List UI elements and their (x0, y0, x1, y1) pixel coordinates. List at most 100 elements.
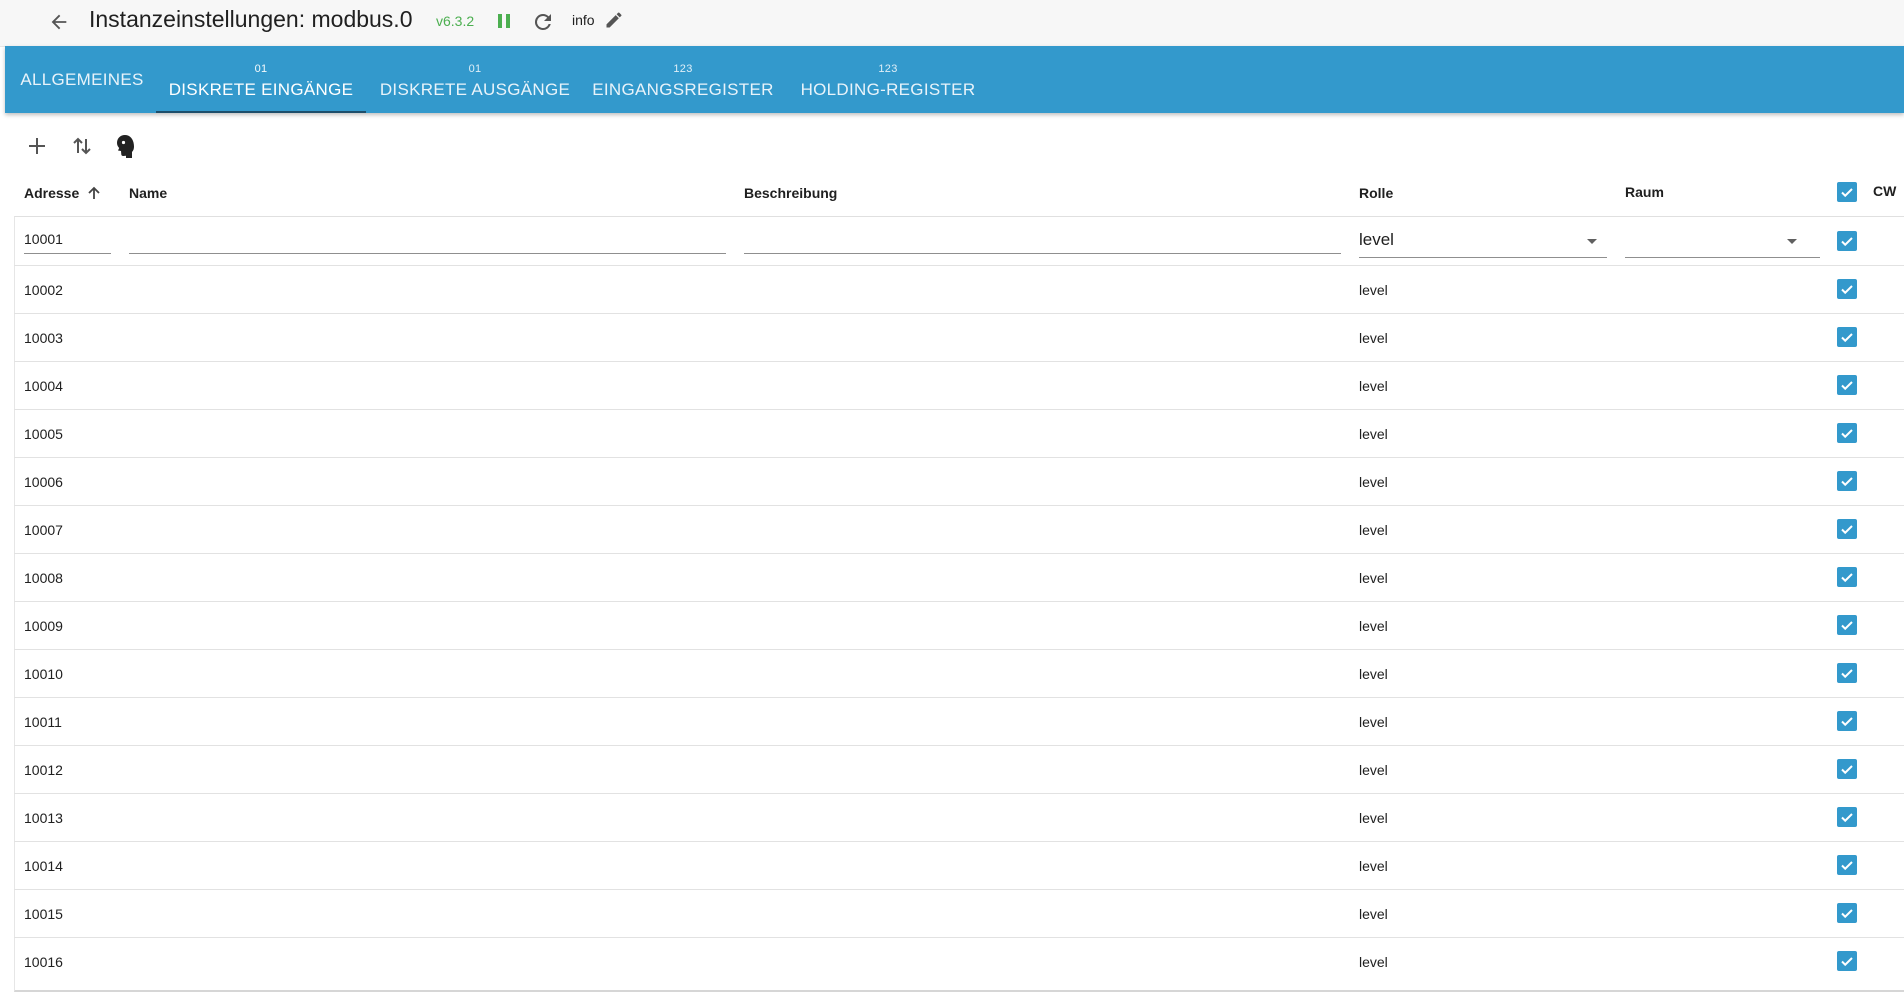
checkmark-icon (1841, 381, 1853, 391)
edit-info-button[interactable] (602, 8, 626, 32)
tab-holding-register[interactable]: 123 HOLDING-REGISTER (790, 46, 986, 113)
role-cell: level (1359, 906, 1388, 922)
table-row[interactable]: 10002 level (14, 265, 1904, 314)
cw-checkbox[interactable] (1837, 327, 1857, 347)
plus-icon (29, 138, 45, 154)
cw-checkbox[interactable] (1837, 903, 1857, 923)
cw-checkbox[interactable] (1837, 231, 1857, 251)
import-button[interactable] (109, 130, 141, 162)
cw-checkbox[interactable] (1837, 423, 1857, 443)
table-row[interactable]: 10012 level (14, 745, 1904, 794)
cw-checkbox[interactable] (1837, 855, 1857, 875)
address-cell: 10006 (24, 474, 63, 490)
cw-checkbox[interactable] (1837, 519, 1857, 539)
checkmark-icon (1841, 957, 1853, 967)
cw-checkbox[interactable] (1837, 951, 1857, 971)
address-cell: 10015 (24, 906, 63, 922)
tab-diskrete-ausgaenge[interactable]: 01 DISKRETE AUSGÄNGE (371, 46, 579, 113)
table-row[interactable]: 10004 level (14, 361, 1904, 410)
pause-icon (498, 14, 510, 28)
table-row[interactable]: 10007 level (14, 505, 1904, 554)
column-header-description[interactable]: Beschreibung (744, 185, 837, 201)
tab-label: DISKRETE AUSGÄNGE (379, 80, 571, 99)
tab-caption: 01 (468, 63, 482, 75)
tab-label: ALLGEMEINES (20, 70, 144, 89)
column-header-address[interactable]: Adresse (24, 185, 101, 201)
column-header-name[interactable]: Name (129, 185, 167, 201)
checkmark-icon (1841, 477, 1853, 487)
pause-button[interactable] (493, 10, 515, 32)
cw-checkbox[interactable] (1837, 711, 1857, 731)
tab-label: HOLDING-REGISTER (800, 80, 976, 99)
table-row[interactable]: 10005 level (14, 409, 1904, 458)
column-header-role[interactable]: Rolle (1359, 185, 1393, 201)
reload-icon (534, 13, 551, 30)
role-cell: level (1359, 474, 1388, 490)
address-cell: 10004 (24, 378, 63, 394)
table-row[interactable]: 10011 level (14, 697, 1904, 746)
column-header-cw[interactable]: CW (1873, 183, 1896, 199)
checkmark-icon (1841, 237, 1853, 247)
tab-allgemeines[interactable]: ALLGEMEINES (12, 46, 152, 113)
pencil-icon (606, 12, 622, 28)
cw-checkbox[interactable] (1837, 375, 1857, 395)
tab-eingangsregister[interactable]: 123 EINGANGSREGISTER (586, 46, 780, 113)
address-input[interactable]: 10001 (24, 229, 111, 254)
table-row[interactable]: 10009 level (14, 601, 1904, 650)
checkmark-icon (1841, 909, 1853, 919)
table-row[interactable]: 10013 level (14, 793, 1904, 842)
dropdown-arrow-icon (1787, 239, 1797, 244)
address-cell: 10011 (24, 714, 62, 730)
table-row[interactable]: 10010 level (14, 649, 1904, 698)
checkmark-icon (1841, 285, 1853, 295)
cw-checkbox[interactable] (1837, 759, 1857, 779)
address-cell: 10005 (24, 426, 63, 442)
version-label: v6.3.2 (436, 13, 475, 29)
table-row[interactable]: 10003 level (14, 313, 1904, 362)
cw-checkbox[interactable] (1837, 807, 1857, 827)
table-row[interactable]: 10006 level (14, 457, 1904, 506)
address-cell: 10002 (24, 282, 63, 298)
arrow-left-icon (51, 14, 67, 30)
address-cell: 10013 (24, 810, 63, 826)
tab-diskrete-eingaenge[interactable]: 01 DISKRETE EINGÄNGE (156, 46, 366, 113)
checkmark-icon (1841, 188, 1853, 198)
checkmark-icon (1841, 813, 1853, 823)
dropdown-arrow-icon (1587, 239, 1597, 244)
name-input[interactable] (129, 229, 726, 254)
role-cell: level (1359, 714, 1388, 730)
role-cell: level (1359, 954, 1388, 970)
tab-bar: ALLGEMEINES 01 DISKRETE EINGÄNGE 01 DISK… (5, 46, 1904, 113)
reload-button[interactable] (529, 8, 557, 36)
checkmark-icon (1841, 621, 1853, 631)
cw-checkbox[interactable] (1837, 279, 1857, 299)
cw-checkbox[interactable] (1837, 471, 1857, 491)
select-all-checkbox[interactable] (1837, 182, 1857, 202)
table-row[interactable]: 10016 level (14, 937, 1904, 985)
role-cell: level (1359, 282, 1388, 298)
cw-checkbox[interactable] (1837, 615, 1857, 635)
cw-checkbox[interactable] (1837, 567, 1857, 587)
role-cell: level (1359, 618, 1388, 634)
cw-checkbox[interactable] (1837, 663, 1857, 683)
back-button[interactable] (44, 7, 74, 37)
checkmark-icon (1841, 333, 1853, 343)
tab-label: EINGANGSREGISTER (592, 80, 774, 99)
address-cell: 10014 (24, 858, 63, 874)
instance-info-label: info (572, 12, 595, 28)
checkmark-icon (1841, 429, 1853, 439)
table-row[interactable]: 10014 level (14, 841, 1904, 890)
sort-button[interactable] (66, 130, 98, 162)
tab-caption: 123 (878, 63, 898, 75)
table-row[interactable]: 10008 level (14, 553, 1904, 602)
sort-arrows-icon (73, 137, 91, 155)
checkmark-icon (1841, 669, 1853, 679)
role-cell: level (1359, 570, 1388, 586)
table-row[interactable]: 10015 level (14, 889, 1904, 938)
description-input[interactable] (744, 229, 1341, 254)
role-cell: level (1359, 378, 1388, 394)
address-cell: 10012 (24, 762, 63, 778)
column-header-room[interactable]: Raum (1625, 184, 1664, 200)
checkmark-icon (1841, 861, 1853, 871)
add-row-button[interactable] (21, 130, 53, 162)
